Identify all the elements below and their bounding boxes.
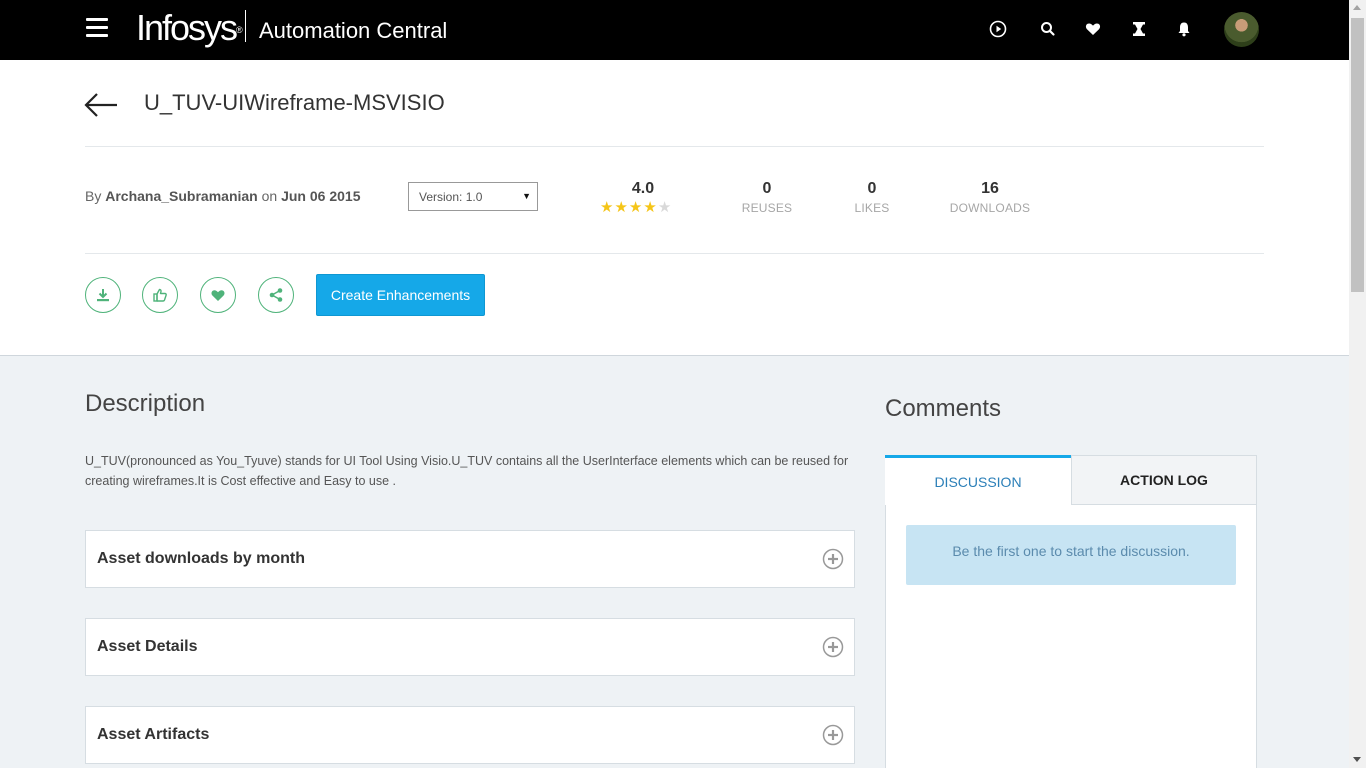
downloads-count: 16: [981, 180, 999, 197]
scroll-down-arrow[interactable]: [1353, 757, 1361, 762]
reuses-label: REUSES: [741, 201, 793, 215]
description-heading: Description: [85, 390, 206, 417]
create-enhancements-button[interactable]: Create Enhancements: [316, 274, 485, 316]
search-icon[interactable]: [1038, 19, 1058, 39]
bell-icon[interactable]: [1174, 19, 1194, 39]
star-filled-icon[interactable]: ★: [614, 200, 627, 216]
plus-circle-icon[interactable]: [822, 724, 844, 746]
empty-discussion-note: Be the first one to start the discussion…: [906, 525, 1236, 585]
plus-circle-icon[interactable]: [822, 636, 844, 658]
header-divider-bottom: [85, 253, 1264, 254]
user-avatar[interactable]: [1224, 12, 1259, 47]
download-button[interactable]: [85, 277, 121, 313]
star-filled-icon[interactable]: ★: [629, 200, 642, 216]
likes-label: LIKES: [854, 201, 890, 215]
scroll-thumb[interactable]: [1351, 18, 1364, 292]
header-divider-top: [85, 146, 1264, 147]
product-name: Automation Central: [259, 18, 448, 43]
comments-heading: Comments: [885, 395, 1002, 422]
likes-count: 0: [867, 180, 877, 197]
star-filled-icon[interactable]: ★: [643, 200, 656, 216]
accordion-label: Asset downloads by month: [97, 550, 306, 567]
rating-stars[interactable]: ★ ★ ★ ★ ★: [600, 200, 671, 216]
star-filled-icon[interactable]: ★: [600, 200, 613, 216]
publish-date: Jun 06 2015: [281, 188, 361, 204]
play-icon[interactable]: [988, 19, 1008, 39]
accordion-label: Asset Details: [97, 638, 198, 655]
likes-stat: 0 LIKES: [842, 180, 902, 215]
share-button[interactable]: [258, 277, 294, 313]
back-arrow-icon[interactable]: [84, 92, 118, 118]
rating-stat: 4.0: [603, 180, 683, 198]
accordion-asset-artifacts[interactable]: Asset Artifacts: [85, 706, 855, 764]
chevron-down-icon: ▼: [522, 191, 531, 201]
like-button[interactable]: [142, 277, 178, 313]
star-empty-icon[interactable]: ★: [658, 200, 671, 216]
scroll-up-arrow[interactable]: [1353, 5, 1361, 10]
heart-icon[interactable]: [1083, 19, 1103, 39]
downloads-label: DOWNLOADS: [949, 201, 1031, 215]
brand-divider: [245, 10, 246, 42]
tab-discussion[interactable]: DISCUSSION: [885, 455, 1071, 505]
reuses-stat: 0 REUSES: [737, 180, 797, 215]
trophy-icon[interactable]: [1129, 19, 1149, 39]
favorite-button[interactable]: [200, 277, 236, 313]
by-label: By: [85, 188, 102, 204]
accordion-label: Asset Artifacts: [97, 726, 210, 743]
share-icon: [269, 288, 283, 302]
downloads-stat: 16 DOWNLOADS: [945, 180, 1035, 215]
thumbs-up-icon: [153, 288, 167, 302]
infosys-logo[interactable]: Infosys®: [136, 8, 243, 48]
description-text: U_TUV(pronounced as You_Tyuve) stands fo…: [85, 454, 849, 488]
tab-action-log[interactable]: ACTION LOG: [1071, 455, 1257, 505]
top-nav-bar: Infosys® Automation Central: [0, 0, 1349, 60]
menu-icon[interactable]: [86, 18, 108, 38]
heart-icon: [211, 290, 225, 301]
accordion-asset-details[interactable]: Asset Details: [85, 618, 855, 676]
page-title: U_TUV-UIWireframe-MSVISIO: [144, 90, 445, 115]
reuses-count: 0: [762, 180, 772, 197]
rating-value: 4.0: [631, 180, 655, 197]
version-select[interactable]: Version: 1.0 ▼: [408, 182, 538, 211]
page-scrollbar[interactable]: [1349, 0, 1366, 768]
on-label: on: [261, 188, 278, 204]
accordion-downloads-by-month[interactable]: Asset downloads by month: [85, 530, 855, 588]
author-name[interactable]: Archana_Subramanian: [105, 188, 258, 204]
version-value: Version: 1.0: [419, 190, 483, 204]
download-icon: [97, 289, 109, 302]
plus-circle-icon[interactable]: [822, 548, 844, 570]
asset-byline: By Archana_Subramanian on Jun 06 2015: [85, 188, 360, 204]
